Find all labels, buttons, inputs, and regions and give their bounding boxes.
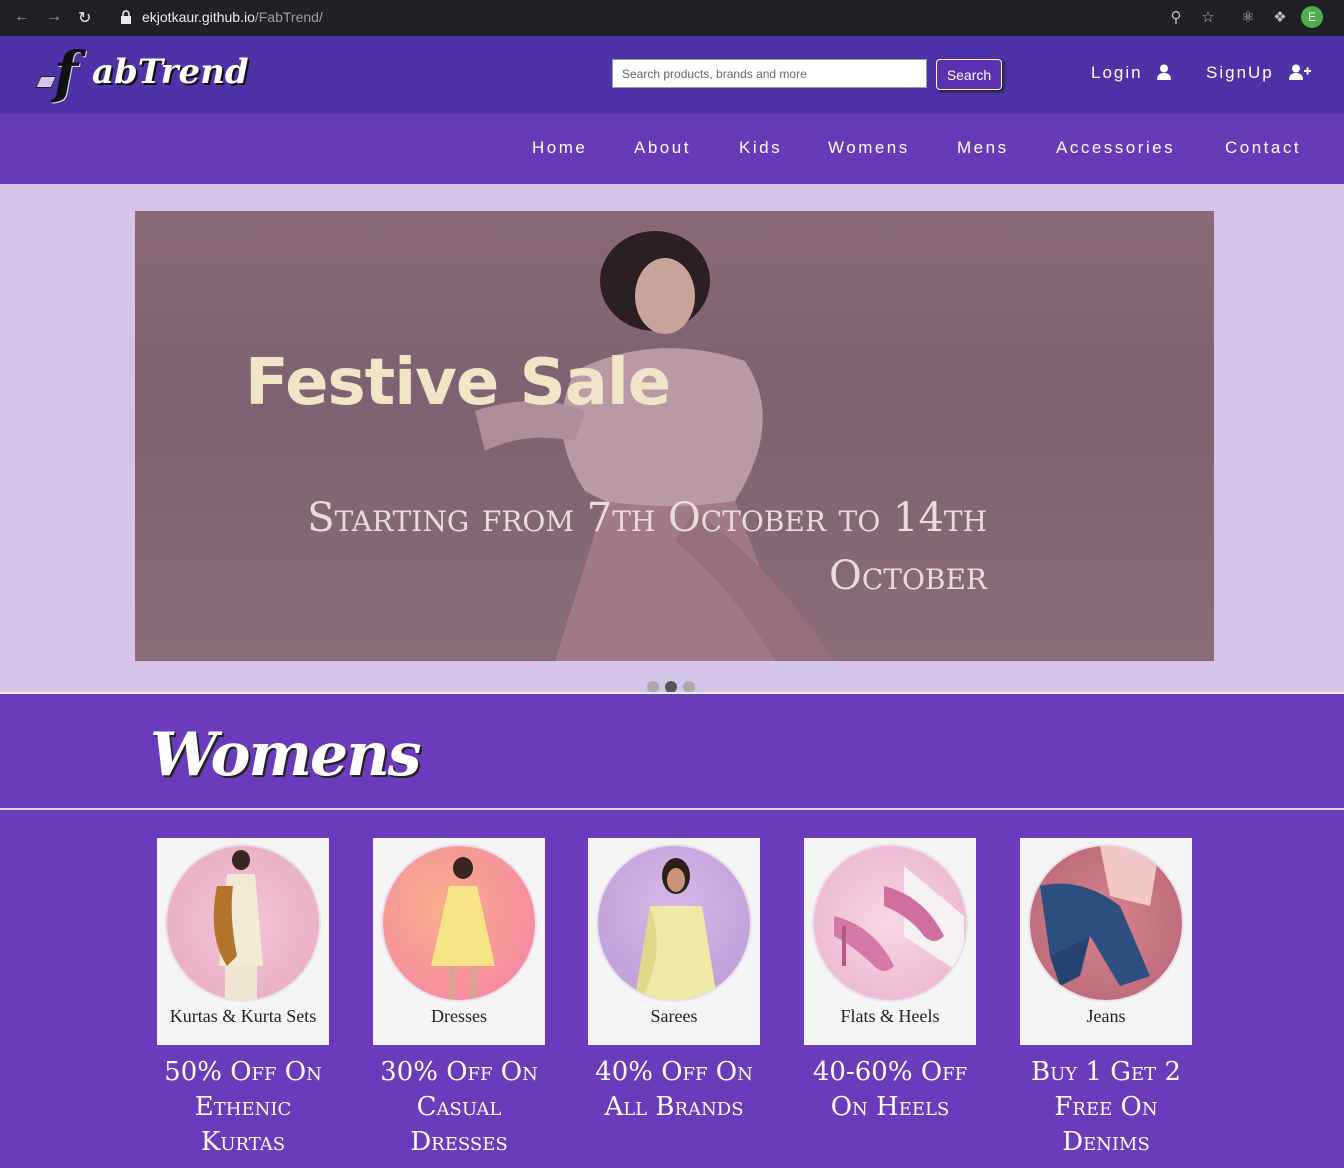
bookmark-star-icon[interactable]: ☆ [1198,8,1218,28]
url-host: ekjotkaur.github.io [142,9,255,25]
reload-icon[interactable]: ↻ [78,8,91,28]
lock-icon [121,10,131,24]
browser-toolbar: ← → ↻ ekjotkaur.github.io/FabTrend/ ⚲ ☆ … [0,0,1344,36]
category-card-kurtas[interactable]: Kurtas & Kurta Sets [157,838,329,1045]
nav-accessories[interactable]: Accessories [1056,138,1175,158]
category-label: Jeans [1086,1006,1126,1026]
offer-text-heels: 40-60% Off On Heels [812,1057,968,1122]
address-bar[interactable]: ekjotkaur.github.io/FabTrend/ [142,9,323,25]
section-divider [0,808,1344,810]
category-image-sarees [596,844,752,1002]
category-label: Sarees [650,1006,698,1026]
site-header: f abTrend Search Login SignUp [0,36,1344,114]
hero-carousel: Festive Sale Starting from 7th October t… [0,184,1344,693]
zoom-icon[interactable]: ⚲ [1166,8,1186,28]
nav-about[interactable]: About [634,138,691,158]
user-icon [1157,64,1172,80]
signup-label: SignUp [1206,63,1274,82]
login-label: Login [1091,63,1143,82]
profile-avatar[interactable]: E [1301,6,1323,28]
category-label: Dresses [431,1006,487,1026]
forward-arrow-icon[interactable]: → [46,8,62,26]
category-card-sarees[interactable]: Sarees [588,838,760,1045]
category-card-dresses[interactable]: Dresses [373,838,545,1045]
slide-title: Festive Sale [245,346,671,420]
category-card-heels[interactable]: Flats & Heels [804,838,976,1045]
slide-subtitle: Starting from 7th October to 14th Octobe… [307,495,987,599]
category-image-jeans [1028,844,1184,1002]
search-button[interactable]: Search [936,59,1002,90]
section-divider-top [0,692,1344,694]
category-card-jeans[interactable]: Jeans [1020,838,1192,1045]
offer-text-sarees: 40% Off On All Brands [595,1057,753,1122]
user-plus-icon [1288,64,1311,80]
nav-home[interactable]: Home [532,138,587,158]
main-nav: Home About Kids Womens Mens Accessories … [0,114,1344,184]
search-input[interactable] [612,59,927,88]
logo-text: abTrend [92,52,249,92]
category-image-heels [812,844,968,1002]
url-path: /FabTrend/ [254,9,323,25]
nav-contact[interactable]: Contact [1225,138,1301,158]
offer-text-dresses: 30% Off On Casual Dresses [380,1057,538,1157]
login-link[interactable]: Login [1091,63,1172,83]
womens-section-title: Womens [150,720,422,790]
nav-kids[interactable]: Kids [739,138,782,158]
back-arrow-icon[interactable]: ← [14,8,30,26]
extensions-puzzle-icon[interactable]: ❖ [1270,8,1290,28]
offer-text-jeans: Buy 1 Get 2 Free On Denims [1031,1057,1181,1157]
carousel-indicators [647,680,701,698]
category-image-dresses [381,844,537,1002]
carousel-slide[interactable]: Festive Sale Starting from 7th October t… [135,211,1214,661]
react-extension-icon[interactable]: ⚛ [1238,8,1258,28]
logo-letter: f [54,40,79,106]
category-label: Flats & Heels [840,1006,940,1026]
offer-text-kurtas: 50% Off On Ethenic Kurtas [164,1057,322,1157]
category-label: Kurtas & Kurta Sets [169,1006,317,1026]
site-logo[interactable]: f abTrend [35,40,249,106]
category-image-kurtas [165,844,321,1002]
nav-mens[interactable]: Mens [957,138,1009,158]
signup-link[interactable]: SignUp [1206,63,1311,83]
nav-womens[interactable]: Womens [828,138,910,158]
